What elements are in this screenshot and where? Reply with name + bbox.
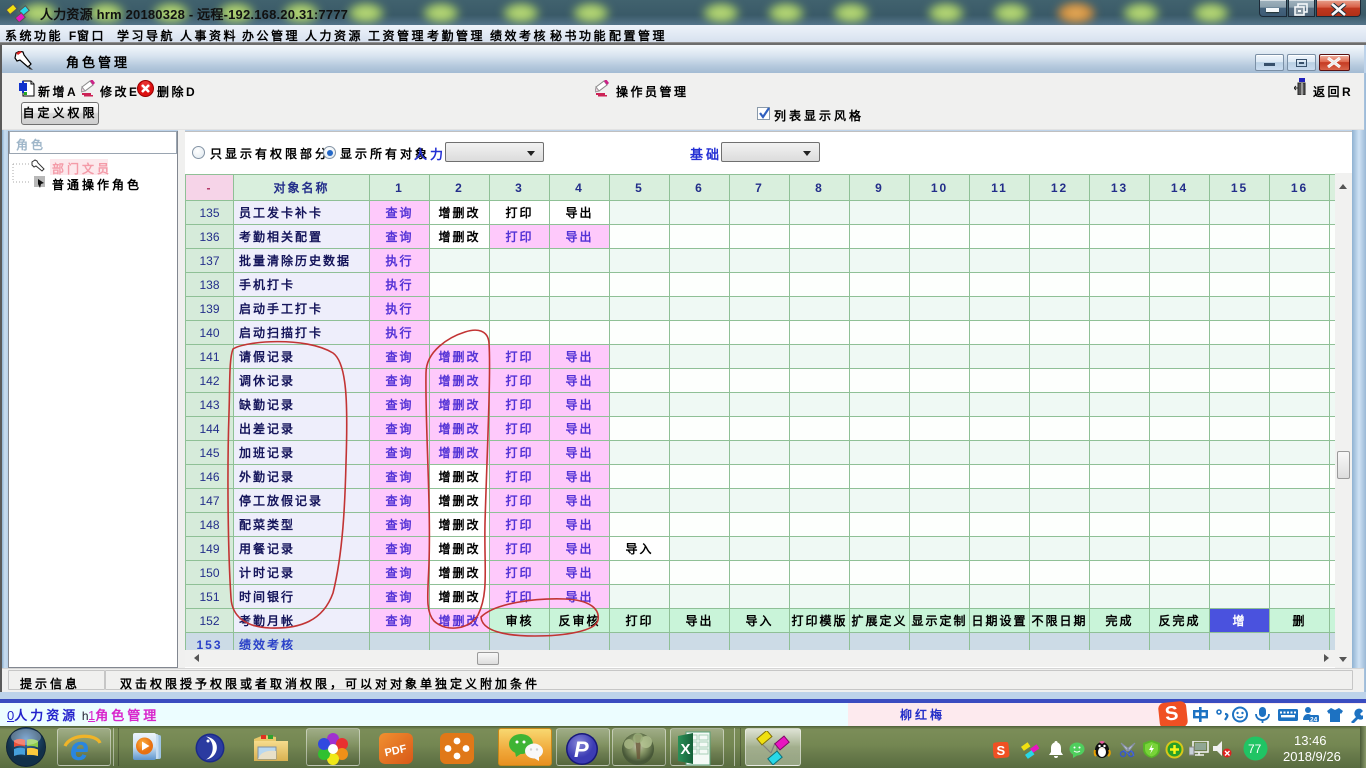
svg-text:S: S	[997, 743, 1006, 758]
svg-text:X: X	[681, 741, 691, 758]
svg-text:77: 77	[1248, 742, 1262, 756]
svg-text:24: 24	[1310, 717, 1318, 724]
svg-text:P: P	[574, 737, 589, 762]
